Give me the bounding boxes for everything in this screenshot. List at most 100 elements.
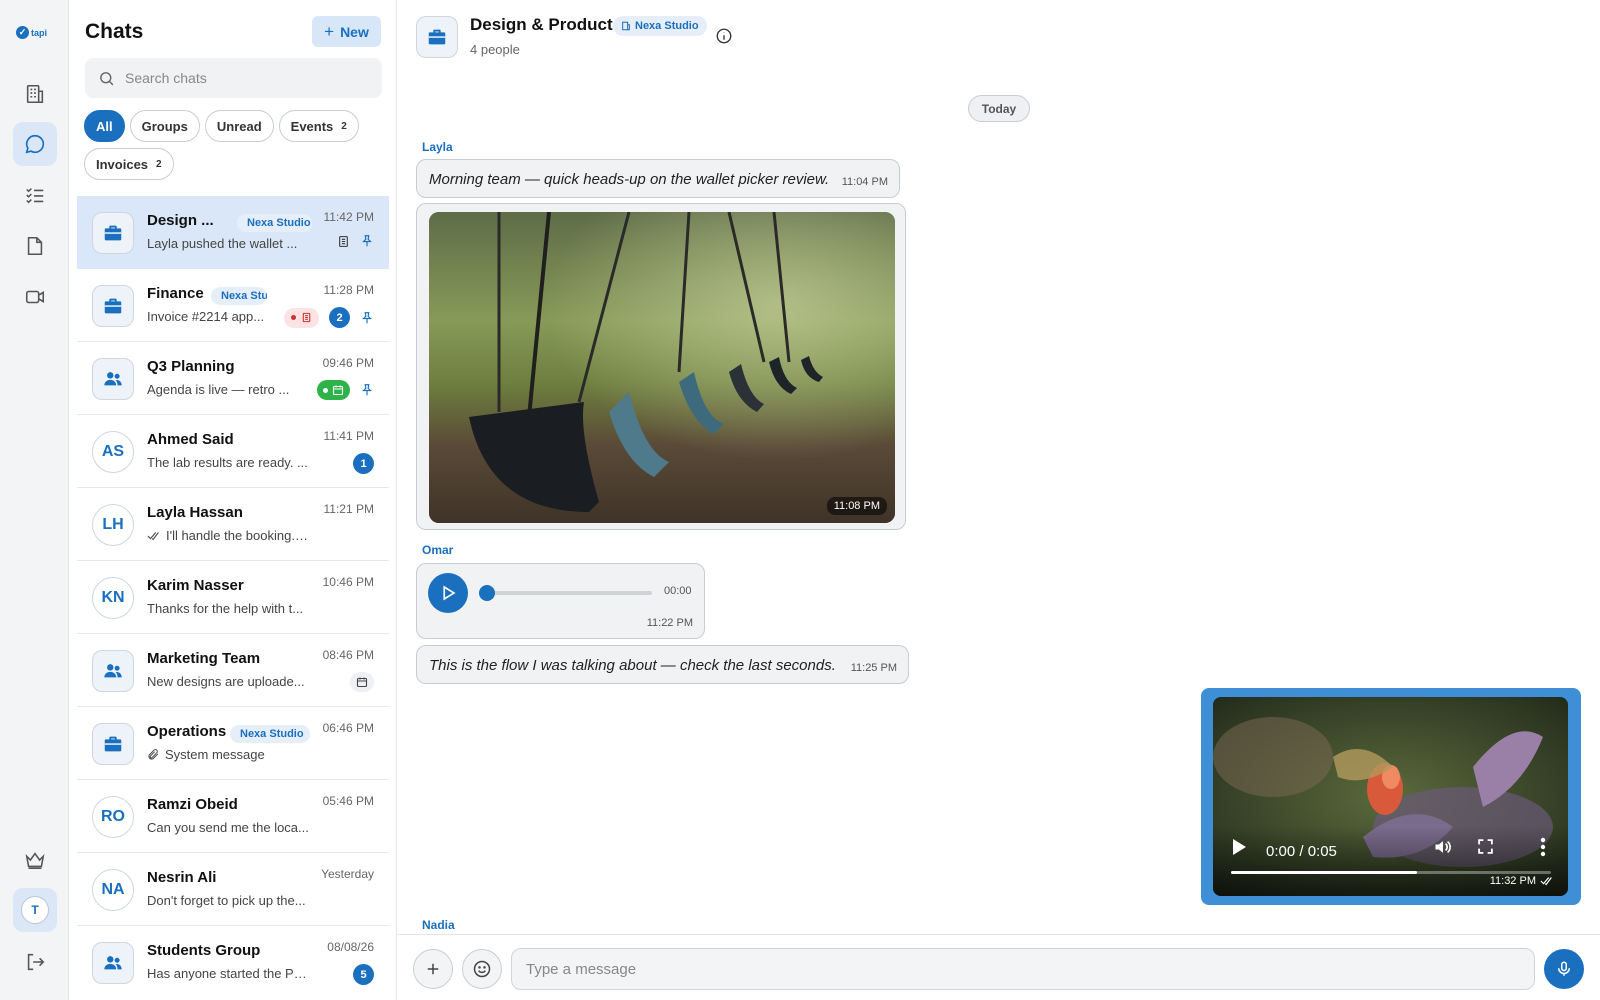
- conversation-org-badge: Nexa Studio: [613, 16, 707, 36]
- message-composer: [398, 934, 1600, 1000]
- conversation-panel: Design & Product Nexa Studio 4 people To…: [398, 0, 1600, 1000]
- filter-label: Groups: [141, 118, 188, 134]
- video-player[interactable]: 0:00 / 0:05 11:32 PM: [1213, 697, 1568, 896]
- microphone-icon: [1558, 961, 1570, 976]
- unread-badge: 1: [353, 453, 374, 474]
- status-dot: [323, 387, 328, 393]
- audio-progress[interactable]: [484, 591, 652, 595]
- info-icon[interactable]: [715, 27, 733, 45]
- message-bubble[interactable]: This is the flow I was talking about — c…: [416, 645, 909, 684]
- document-icon: [302, 312, 311, 323]
- smiley-icon: [473, 960, 491, 978]
- rail-premium[interactable]: [13, 838, 57, 882]
- chat-avatar: RO: [92, 796, 134, 838]
- message-bubble[interactable]: Morning team — quick heads-up on the wal…: [416, 159, 900, 198]
- user-avatar[interactable]: T: [13, 888, 57, 932]
- chat-item-q3-planning[interactable]: Q3 Planning 09:46 PM Agenda is live — re…: [77, 342, 389, 415]
- rail-files[interactable]: [13, 224, 57, 268]
- org-name: Nexa Studio: [635, 20, 699, 32]
- pin-icon[interactable]: [360, 311, 374, 325]
- audio-scrubber[interactable]: [479, 585, 495, 601]
- file-icon: [27, 236, 43, 256]
- app-logo-text: tapi: [31, 27, 48, 38]
- chat-preview: Can you send me the loca...: [147, 820, 309, 835]
- volume-icon[interactable]: [1433, 837, 1453, 857]
- filter-count: 2: [156, 158, 162, 170]
- attach-button[interactable]: [413, 949, 453, 989]
- play-icon: [443, 585, 456, 601]
- chat-item-finance[interactable]: Finance Nexa Studio 11:28 PM Invoice #22…: [77, 269, 389, 342]
- chat-meta: 1: [353, 453, 374, 474]
- chat-time: 06:46 PM: [322, 721, 374, 735]
- chat-preview-row: System message: [147, 747, 309, 762]
- image-message[interactable]: 11:08 PM: [416, 203, 906, 530]
- filter-all[interactable]: All: [84, 110, 125, 142]
- filter-events[interactable]: Events 2: [278, 110, 359, 142]
- rail-chats[interactable]: [13, 122, 57, 166]
- chat-item-ahmed-said[interactable]: AS Ahmed Said 11:41 PM The lab results a…: [77, 415, 389, 488]
- video-progress[interactable]: [1231, 871, 1551, 874]
- rail-tasks[interactable]: [13, 173, 57, 217]
- new-chat-button[interactable]: + New: [312, 16, 381, 47]
- message-input[interactable]: [511, 948, 1535, 990]
- pin-icon[interactable]: [360, 234, 374, 248]
- filter-groups[interactable]: Groups: [129, 110, 200, 142]
- crown-icon: [25, 852, 45, 870]
- chat-item-students-group[interactable]: Students Group 08/08/26 Has anyone start…: [77, 926, 389, 999]
- chat-meta: [337, 234, 374, 248]
- date-separator: Today: [968, 95, 1030, 122]
- chat-list: Design ... Nexa Studio 11:42 PM Layla pu…: [77, 196, 389, 999]
- chat-preview: Invoice #2214 app...: [147, 309, 265, 324]
- chat-preview: Agenda is live — retro ...: [147, 382, 290, 397]
- emoji-button[interactable]: [462, 949, 502, 989]
- swing-photo: [429, 212, 895, 523]
- fullscreen-icon[interactable]: [1477, 838, 1494, 855]
- pin-icon[interactable]: [360, 383, 374, 397]
- chat-item-design[interactable]: Design ... Nexa Studio 11:42 PM Layla pu…: [77, 196, 389, 269]
- chat-item-ramzi-obeid[interactable]: RO Ramzi Obeid 05:46 PM Can you send me …: [77, 780, 389, 853]
- message-time: 11:04 PM: [841, 176, 888, 188]
- rail-building[interactable]: [13, 72, 57, 116]
- play-icon[interactable]: [1231, 838, 1247, 856]
- message-sender: Layla: [422, 140, 453, 154]
- building-icon: [622, 21, 630, 31]
- audio-duration: 00:00: [664, 585, 692, 597]
- video-timestamp: 11:32 PM: [1490, 875, 1554, 887]
- more-vertical-icon[interactable]: [1540, 837, 1546, 857]
- filter-label: Events: [290, 118, 334, 134]
- chat-name: Ramzi Obeid: [147, 796, 238, 813]
- message-time: 11:32 PM: [1489, 875, 1536, 887]
- chat-list-panel: Chats + New Search chats All Groups Unre…: [69, 0, 397, 1000]
- chat-item-nesrin-ali[interactable]: NA Nesrin Ali Yesterday Don't forget to …: [77, 853, 389, 926]
- message-image[interactable]: 11:08 PM: [429, 212, 895, 523]
- search-box[interactable]: Search chats: [85, 58, 382, 98]
- search-input[interactable]: Search chats: [125, 70, 207, 86]
- plus-icon: [427, 963, 439, 975]
- filter-invoices[interactable]: Invoices 2: [84, 148, 174, 180]
- chat-item-marketing-team[interactable]: Marketing Team 08:46 PM New designs are …: [77, 634, 389, 707]
- briefcase-icon: [104, 225, 122, 241]
- audio-play-button[interactable]: [428, 573, 468, 613]
- rail-logout[interactable]: [13, 940, 57, 984]
- chat-preview: Thanks for the help with t...: [147, 601, 304, 616]
- conversation-avatar[interactable]: [416, 16, 458, 58]
- group-icon: [104, 956, 122, 970]
- group-icon: [104, 372, 122, 386]
- chat-time: 08/08/26: [327, 940, 374, 954]
- app-logo[interactable]: ✓ tapi: [16, 26, 47, 39]
- document-icon: [339, 235, 348, 247]
- chat-item-karim-nasser[interactable]: KN Karim Nasser 10:46 PM Thanks for the …: [77, 561, 389, 634]
- chat-meta: 5: [353, 964, 374, 985]
- chat-item-layla-hassan[interactable]: LH Layla Hassan 11:21 PM I'll handle the…: [77, 488, 389, 561]
- chat-time: 09:46 PM: [322, 356, 374, 370]
- chat-avatar: KN: [92, 577, 134, 619]
- briefcase-icon: [428, 29, 446, 45]
- logout-icon: [27, 953, 45, 971]
- chat-preview: Has anyone started the Ph...: [147, 966, 309, 981]
- voice-record-button[interactable]: [1544, 949, 1584, 989]
- filter-unread[interactable]: Unread: [204, 110, 274, 142]
- chat-name: Layla Hassan: [147, 504, 243, 521]
- chat-item-operations[interactable]: Operations Nexa Studio 06:46 PM System m…: [77, 707, 389, 780]
- rail-video[interactable]: [13, 275, 57, 319]
- org-badge: Nexa Studio: [230, 725, 310, 743]
